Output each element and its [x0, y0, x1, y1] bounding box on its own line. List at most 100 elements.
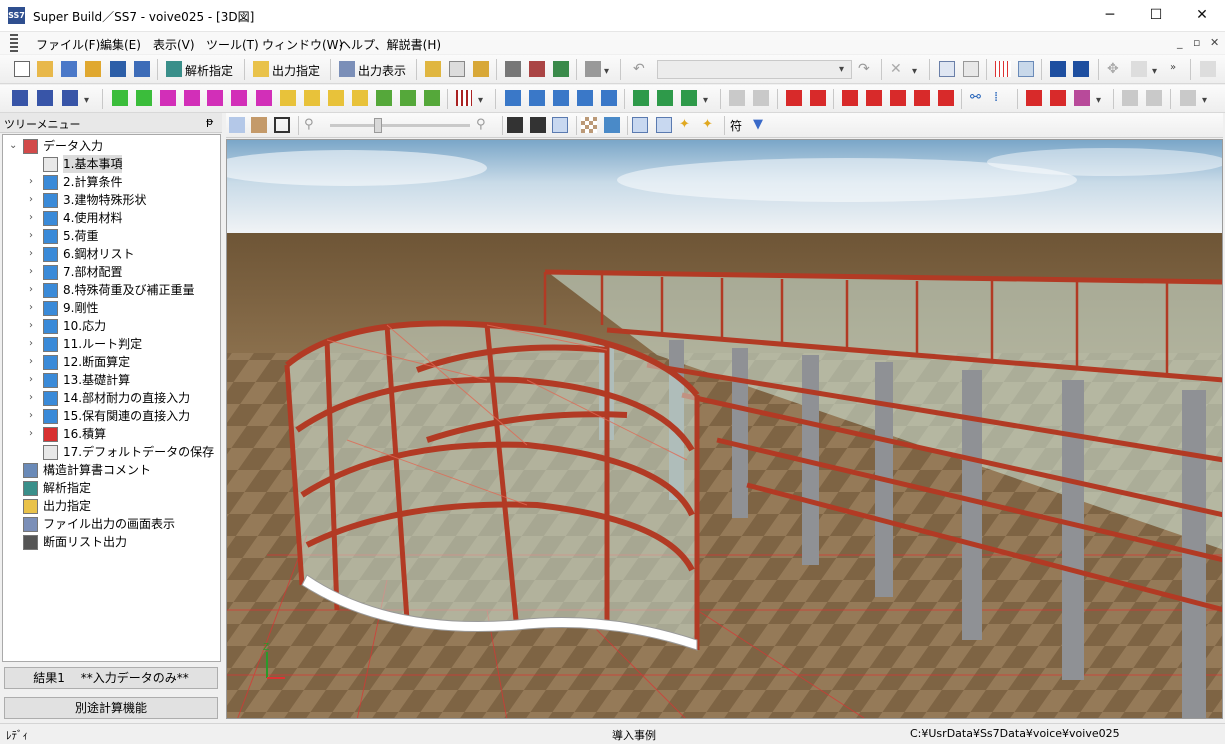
node-rotate-icon[interactable]	[529, 90, 545, 106]
cube-dropdown-icon[interactable]: ▾	[1096, 95, 1101, 106]
cantilever-icon[interactable]	[376, 90, 392, 106]
expand-arrow-icon[interactable]: ›	[29, 209, 39, 227]
save-as-icon[interactable]	[134, 61, 150, 77]
output-settings-icon[interactable]	[253, 61, 269, 77]
paste-icon[interactable]	[449, 61, 465, 77]
close-button[interactable]: ✕	[1179, 0, 1225, 32]
analysis-settings-button[interactable]: 解析指定	[185, 62, 233, 79]
texture-icon[interactable]	[604, 117, 620, 133]
folder-key-icon[interactable]	[85, 61, 101, 77]
open-data-icon[interactable]	[61, 61, 77, 77]
pin-icon[interactable]: ᵽ	[206, 115, 213, 128]
expand-arrow-icon[interactable]: ›	[29, 173, 39, 191]
base-icon[interactable]	[681, 90, 697, 106]
output-settings-button[interactable]: 出力指定	[272, 62, 320, 79]
pile-icon[interactable]	[328, 90, 344, 106]
floor-icon[interactable]	[62, 90, 78, 106]
column-icon[interactable]	[112, 90, 128, 106]
house-icon[interactable]	[729, 90, 745, 106]
member-grid-icon[interactable]	[456, 90, 472, 106]
light-2-icon[interactable]	[656, 117, 672, 133]
redo-icon[interactable]: ↷	[858, 61, 874, 77]
checker-icon[interactable]	[581, 117, 597, 133]
move-icon[interactable]: ✥	[1107, 61, 1123, 77]
opening-icon[interactable]	[207, 90, 223, 106]
expand-arrow-icon[interactable]: ›	[29, 281, 39, 299]
select-hand-icon[interactable]	[229, 117, 245, 133]
node-align-icon[interactable]	[553, 90, 569, 106]
new-file-icon[interactable]	[14, 61, 30, 77]
output-display-button[interactable]: 出力表示	[358, 62, 406, 79]
eraser-all-icon[interactable]	[1146, 90, 1162, 106]
grid-select-icon[interactable]	[1018, 61, 1034, 77]
connection-icon[interactable]	[633, 90, 649, 106]
zoom-in-icon[interactable]: ⚲	[476, 117, 492, 133]
tree-item[interactable]: › 4.使用材料	[3, 209, 218, 227]
slab-icon[interactable]	[160, 90, 176, 106]
filter-icon[interactable]: ▼	[753, 117, 769, 133]
tree-item[interactable]: › 7.部材配置	[3, 263, 218, 281]
combobox-dropdown-icon[interactable]: ▾	[839, 64, 844, 75]
tree-item[interactable]: 出力指定	[3, 497, 218, 515]
expand-arrow-icon[interactable]: ›	[29, 407, 39, 425]
zoom-slider-track[interactable]	[330, 124, 470, 127]
command-combobox[interactable]	[657, 60, 852, 79]
check-icon[interactable]	[1180, 90, 1196, 106]
expand-arrow-icon[interactable]: ›	[29, 191, 39, 209]
window-tile-icon[interactable]	[963, 61, 979, 77]
tree-item[interactable]: › 13.基礎計算	[3, 371, 218, 389]
member-grid-dropdown-icon[interactable]: ▾	[478, 95, 483, 106]
csv-export-icon[interactable]	[529, 61, 545, 77]
csv-import-icon[interactable]	[553, 61, 569, 77]
frame-dropdown-icon[interactable]: ▾	[84, 95, 89, 106]
cube-icon[interactable]	[1074, 90, 1090, 106]
undo-icon[interactable]: ↶	[633, 61, 649, 77]
sort-up-icon[interactable]	[1050, 61, 1066, 77]
tree-item[interactable]: › 5.荷重	[3, 227, 218, 245]
delete-dropdown-icon[interactable]: ▾	[912, 66, 917, 77]
chain-vertical-icon[interactable]: ⁞	[994, 90, 1010, 106]
expand-arrow-icon[interactable]: ›	[29, 353, 39, 371]
pan-dropdown-icon[interactable]: ▾	[1152, 66, 1157, 77]
mdi-restore-button[interactable]: ▫	[1193, 36, 1200, 49]
tree-item[interactable]: › 14.部材耐力の直接入力	[3, 389, 218, 407]
copy-icon[interactable]	[425, 61, 441, 77]
tree-item[interactable]: ⌄ データ入力	[3, 137, 218, 155]
expand-arrow-icon[interactable]: ›	[29, 245, 39, 263]
delete-icon[interactable]: ✕	[890, 61, 906, 77]
expand-arrow-icon[interactable]: ›	[29, 317, 39, 335]
tree-item[interactable]: › 15.保有関連の直接入力	[3, 407, 218, 425]
output-display-icon[interactable]	[339, 61, 355, 77]
menu-window[interactable]: ウィンドウ(W)	[262, 36, 343, 53]
extra-hand-icon[interactable]	[1200, 61, 1216, 77]
open-folder-icon[interactable]	[37, 61, 53, 77]
mdi-minimize-button[interactable]: _	[1177, 36, 1183, 49]
expand-arrow-icon[interactable]: ›	[29, 227, 39, 245]
node-target-icon[interactable]	[577, 90, 593, 106]
node-merge-icon[interactable]	[601, 90, 617, 106]
toolbar-overflow-icon[interactable]: »	[1170, 62, 1176, 73]
expand-arrow-icon[interactable]: ›	[29, 335, 39, 353]
analysis-settings-icon[interactable]	[166, 61, 182, 77]
collapse-arrow-icon[interactable]: ⌄	[9, 137, 19, 155]
foundation-icon[interactable]	[304, 90, 320, 106]
zoom-out-icon[interactable]: ⚲	[304, 117, 320, 133]
expand-arrow-icon[interactable]: ›	[29, 263, 39, 281]
light-1-icon[interactable]	[632, 117, 648, 133]
comment-dropdown-icon[interactable]: ▾	[604, 66, 609, 77]
menu-help[interactable]: ヘルプ、解説書(H)	[339, 36, 441, 53]
expand-arrow-icon[interactable]: ›	[29, 371, 39, 389]
tree-item[interactable]: ファイル出力の画面表示	[3, 515, 218, 533]
mdi-close-button[interactable]: ✕	[1210, 36, 1219, 49]
print-icon[interactable]	[505, 61, 521, 77]
frame-icon[interactable]	[12, 90, 28, 106]
tree-item[interactable]: 断面リスト出力	[3, 533, 218, 551]
tree-item[interactable]: › 10.応力	[3, 317, 218, 335]
rotate-view-icon[interactable]	[251, 117, 267, 133]
load-area-icon[interactable]	[914, 90, 930, 106]
window-layout-icon[interactable]	[939, 61, 955, 77]
triangle-icon[interactable]	[1026, 90, 1042, 106]
tree-item[interactable]: › 11.ルート判定	[3, 335, 218, 353]
save-icon[interactable]	[110, 61, 126, 77]
menu-edit[interactable]: 編集(E)	[100, 36, 141, 53]
